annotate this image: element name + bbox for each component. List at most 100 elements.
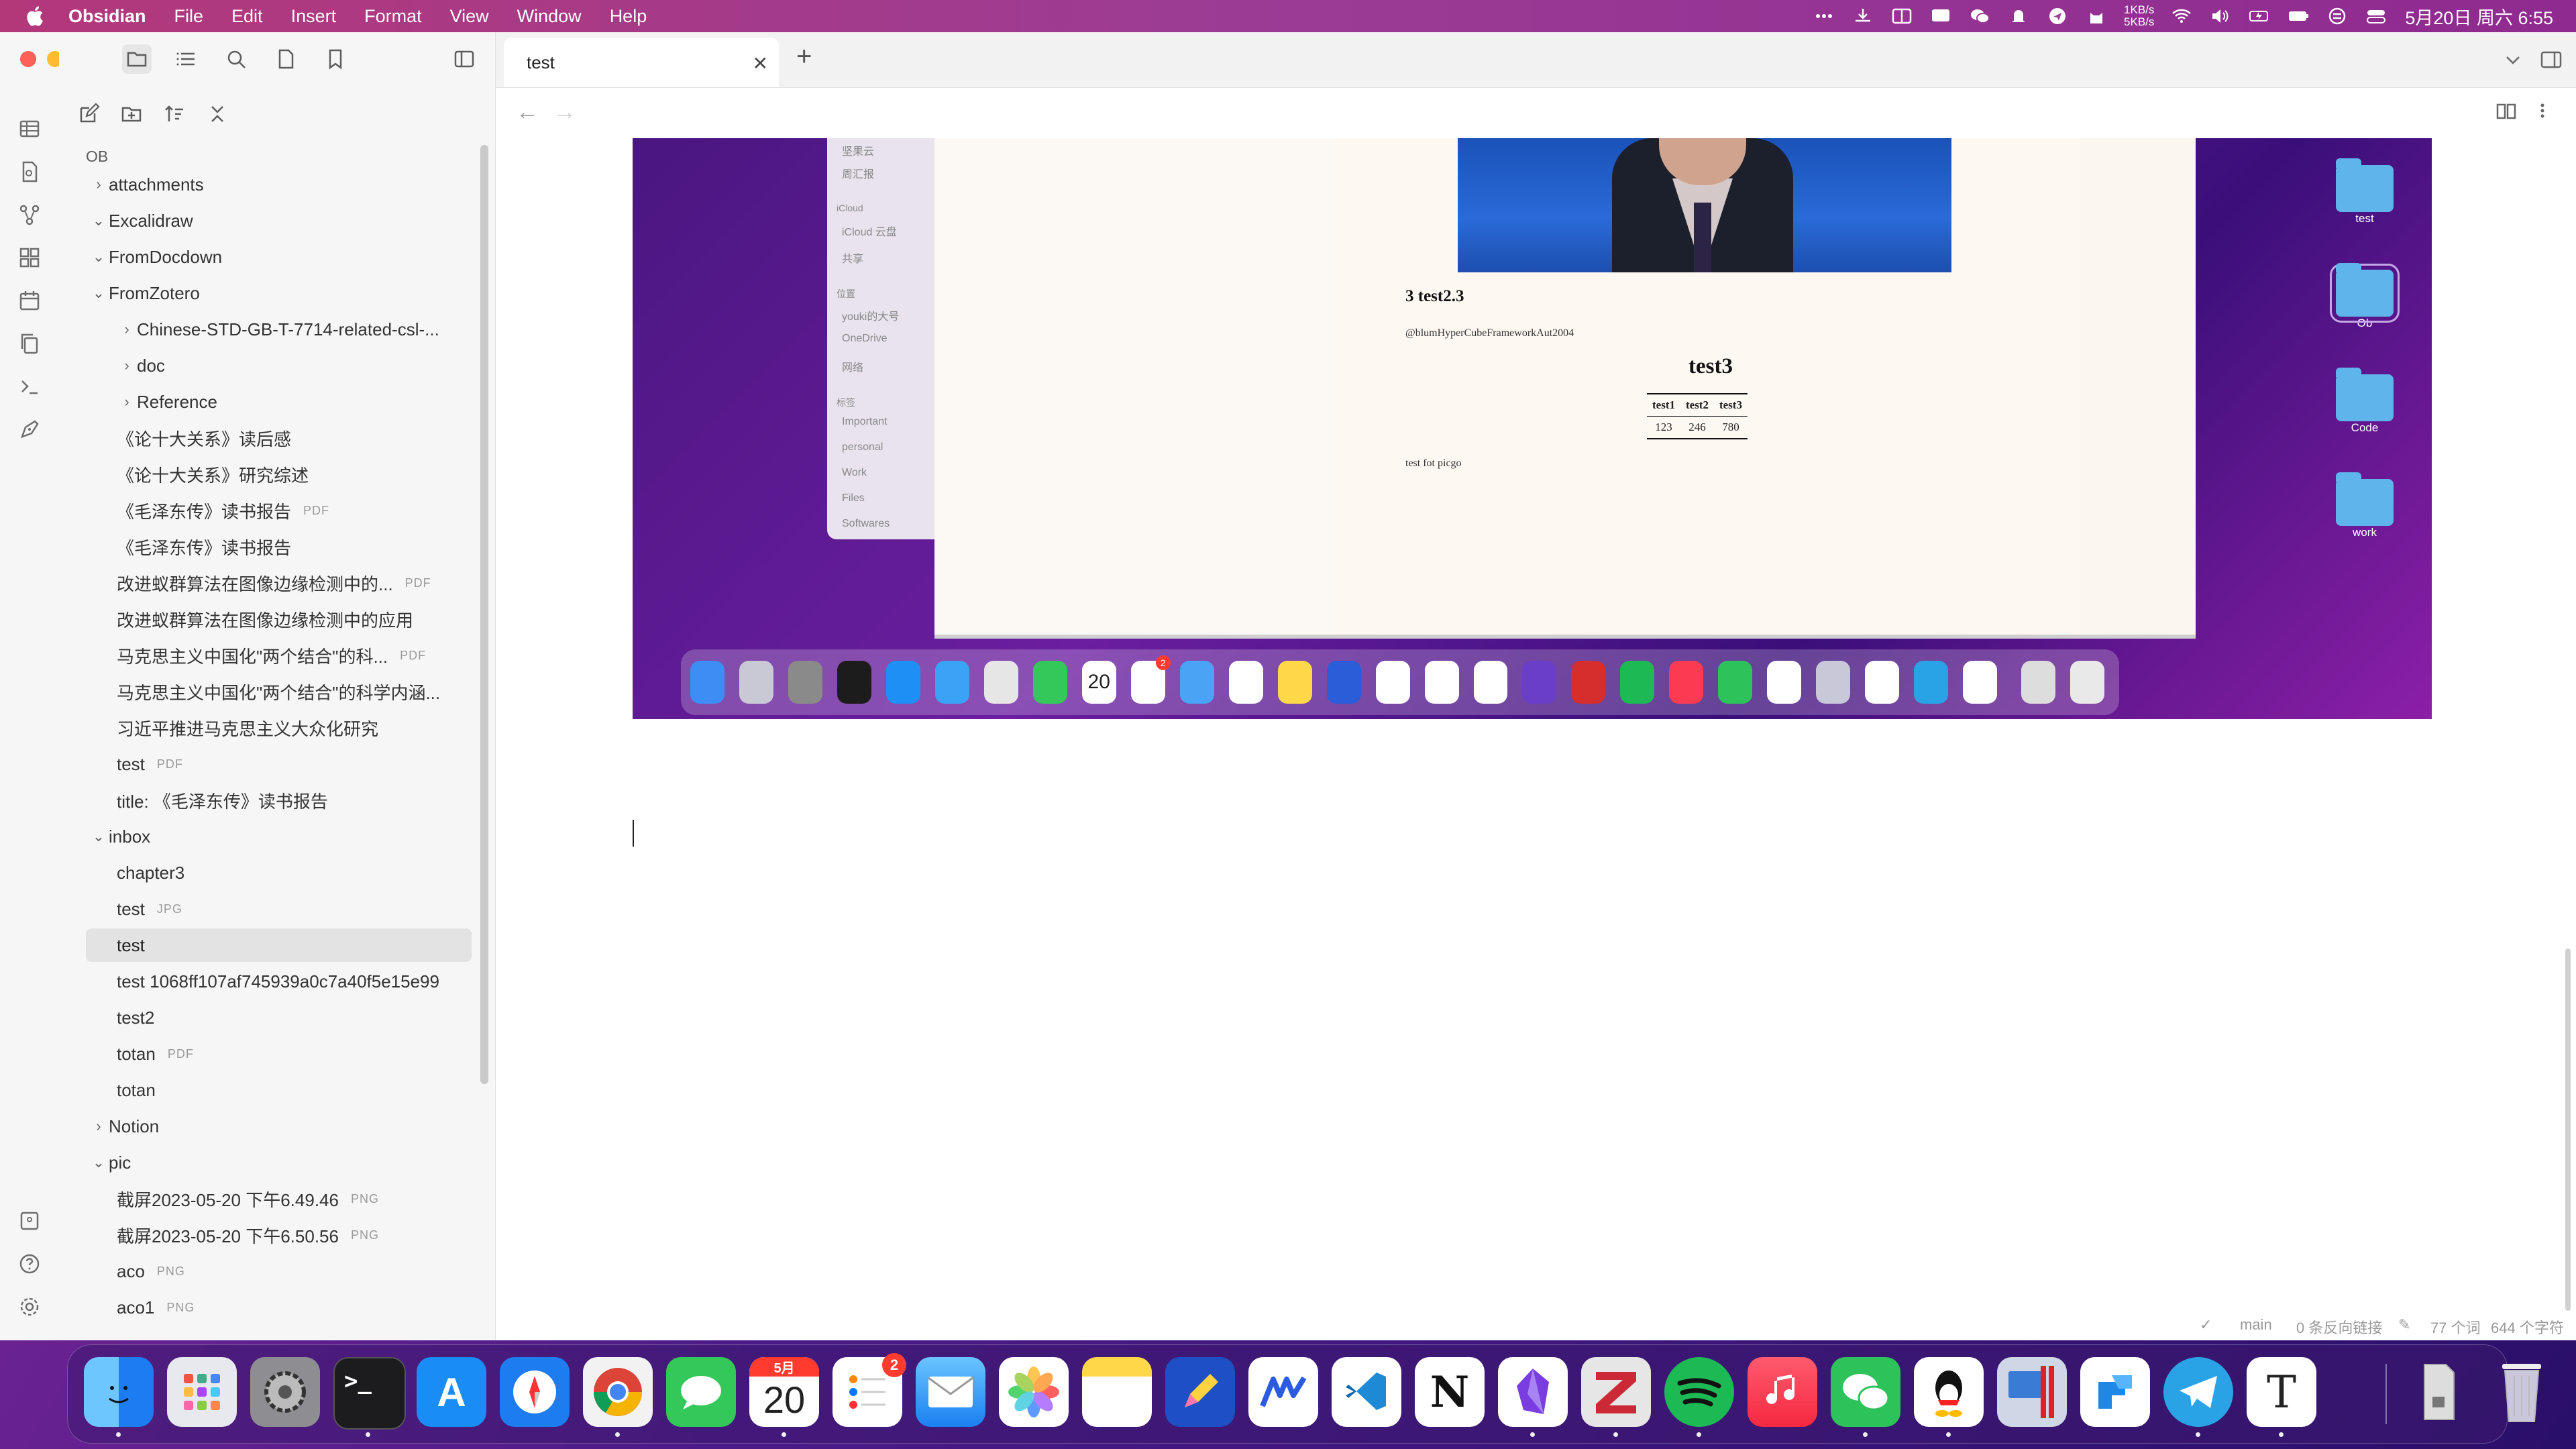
file-row[interactable]: chapter3 — [86, 856, 472, 890]
sidebar-toggle-icon[interactable] — [449, 44, 479, 74]
chevron-right-icon[interactable]: › — [117, 357, 137, 374]
file-row[interactable]: 截屏2023-05-20 下午6.50.56 PNG — [86, 1218, 472, 1252]
folder-row[interactable]: › attachments — [86, 168, 472, 201]
file-row[interactable]: 改进蚁群算法在图像边缘检测中的... PDF — [86, 566, 472, 600]
file-search-icon[interactable] — [15, 157, 44, 186]
backlinks-count[interactable]: 0 条反向链接 — [2296, 1316, 2382, 1338]
screen-icon[interactable] — [1929, 6, 1952, 26]
editor-scrollbar[interactable] — [2565, 949, 2571, 1311]
zotero-icon[interactable] — [1581, 1357, 1651, 1427]
chevron-right-icon[interactable]: › — [117, 321, 137, 338]
sidebar-scrollbar[interactable] — [480, 145, 488, 1084]
chevron-down-icon[interactable] — [2502, 48, 2524, 74]
finder-icon[interactable] — [84, 1357, 154, 1427]
git-branch[interactable]: main — [2240, 1316, 2272, 1334]
wechat-status-icon[interactable] — [1968, 6, 1991, 26]
file-row[interactable]: 马克思主义中国化"两个结合"的科... PDF — [86, 639, 472, 672]
text-cursor[interactable] — [633, 820, 634, 847]
translate-icon[interactable] — [1890, 6, 1913, 26]
file-row[interactable]: test2 — [86, 1001, 472, 1034]
tab-test[interactable]: test ✕ — [504, 38, 779, 87]
launchpad-icon[interactable] — [167, 1357, 237, 1427]
messages-icon[interactable] — [666, 1357, 736, 1427]
sync-check-icon[interactable]: ✓ — [2200, 1316, 2212, 1334]
new-note-icon[interactable] — [74, 99, 103, 129]
wechat-icon[interactable] — [1831, 1357, 1900, 1427]
embedded-screenshot[interactable]: 坚果云 周汇报 iCloud iCloud 云盘 共享 位置 youki的大号 … — [633, 138, 2432, 719]
vscode-icon[interactable] — [1332, 1357, 1401, 1427]
chevron-right-icon[interactable]: › — [117, 393, 137, 411]
folder-row[interactable]: ⌄ FromZotero — [86, 276, 472, 310]
flow-icon[interactable] — [2080, 1357, 2150, 1427]
back-arrow-icon[interactable]: ← — [516, 99, 539, 125]
right-sidebar-toggle-icon[interactable] — [2539, 48, 2563, 74]
terminal-app-icon[interactable]: >_ — [333, 1357, 406, 1430]
file-row[interactable]: 《论十大关系》研究综述 — [86, 458, 472, 491]
close-window-button[interactable] — [20, 51, 36, 67]
calendar-app-icon[interactable]: 5月 20 — [749, 1357, 819, 1427]
file-row[interactable]: 《毛泽东传》读书报告 — [86, 530, 472, 564]
file-row[interactable]: 习近平推进马克思主义大众化研究 — [86, 711, 472, 745]
folder-row[interactable]: › Notion — [86, 1110, 472, 1143]
download-icon[interactable] — [1851, 6, 1874, 26]
outline-list-icon[interactable] — [172, 44, 201, 74]
folder-row[interactable]: ⌄ Excalidraw — [86, 204, 472, 237]
file-row[interactable]: totan — [86, 1073, 472, 1107]
wps-icon[interactable] — [1248, 1357, 1318, 1427]
file-row[interactable]: 马克思主义中国化"两个结合"的科学内涵... — [86, 675, 472, 708]
folder-row[interactable]: ⌄ FromDocdown — [86, 240, 472, 274]
qq-icon[interactable] — [1914, 1357, 1984, 1427]
canvas-icon[interactable] — [15, 243, 44, 272]
chevron-down-icon[interactable]: ⌄ — [89, 284, 109, 302]
collapse-all-icon[interactable] — [203, 99, 232, 129]
notes-icon[interactable] — [1082, 1357, 1152, 1427]
system-settings-icon[interactable] — [250, 1357, 320, 1427]
notion-icon[interactable]: N — [1415, 1357, 1485, 1427]
battery-charging-icon[interactable] — [2248, 6, 2271, 26]
chevron-right-icon[interactable]: › — [89, 1118, 109, 1135]
battery-icon[interactable] — [2287, 6, 2310, 26]
reading-view-icon[interactable] — [2495, 99, 2518, 125]
toggle-icon[interactable] — [2326, 6, 2349, 26]
vault-name[interactable]: OB — [86, 148, 108, 166]
app-store-icon[interactable]: A — [417, 1357, 486, 1427]
sort-icon[interactable] — [160, 99, 189, 129]
bell-icon[interactable] — [2007, 6, 2030, 26]
chevron-right-icon[interactable]: › — [89, 176, 109, 193]
vault-switch-icon[interactable] — [15, 1206, 44, 1236]
new-tab-icon[interactable]: + — [796, 42, 812, 72]
edit-pencil-icon[interactable]: ✎ — [2398, 1316, 2410, 1334]
bookmark-icon[interactable] — [321, 44, 350, 74]
file-row[interactable]: 截屏2023-05-20 下午6.49.46 PNG — [86, 1182, 472, 1216]
music-icon[interactable] — [1748, 1357, 1817, 1427]
file-row[interactable]: totan PDF — [86, 1037, 472, 1071]
spotify-icon[interactable] — [1664, 1357, 1734, 1427]
calendar-icon[interactable] — [15, 286, 44, 315]
safari-icon[interactable] — [500, 1357, 570, 1427]
apple-icon[interactable] — [24, 5, 44, 28]
settings-gear-icon[interactable] — [15, 1292, 44, 1322]
reminders-icon[interactable]: 2 — [833, 1353, 906, 1427]
graph-icon[interactable] — [15, 200, 44, 229]
more-options-icon[interactable] — [2538, 99, 2547, 125]
typora-icon[interactable]: T — [2247, 1357, 2316, 1427]
menu-format[interactable]: Format — [364, 6, 422, 27]
trash-icon[interactable] — [2487, 1357, 2557, 1427]
control-center-icon[interactable] — [2365, 6, 2387, 26]
wifi-icon[interactable] — [2170, 6, 2193, 26]
file-row[interactable]: aco PNG — [86, 1254, 472, 1288]
file-row[interactable]: 《毛泽东传》读书报告 PDF — [86, 494, 472, 527]
forward-arrow-icon[interactable]: → — [553, 99, 576, 125]
chevron-down-icon[interactable]: ⌄ — [89, 828, 109, 845]
parallels-icon[interactable] — [1997, 1357, 2067, 1427]
file-row[interactable]: 《论十大关系》读后感 — [86, 421, 472, 455]
files-folder-icon[interactable] — [122, 44, 152, 74]
telegram-icon[interactable] — [2163, 1357, 2233, 1427]
menu-view[interactable]: View — [450, 6, 489, 27]
menu-window[interactable]: Window — [517, 6, 582, 27]
terminal-icon[interactable] — [15, 372, 44, 401]
folder-row[interactable]: ⌄ pic — [86, 1146, 472, 1179]
folder-row[interactable]: ⌄ inbox — [86, 820, 472, 853]
folder-row[interactable]: › Reference — [86, 385, 472, 419]
chevron-down-icon[interactable]: ⌄ — [89, 212, 109, 229]
